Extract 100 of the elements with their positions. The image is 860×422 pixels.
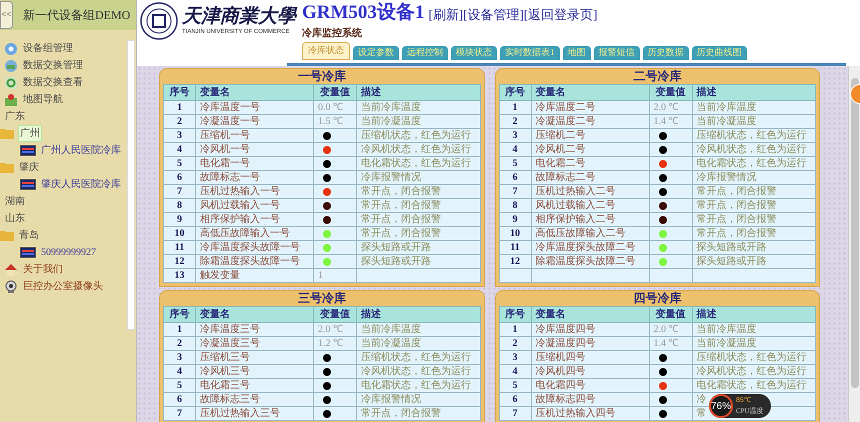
description-text: 当前冷凝温度 xyxy=(696,338,756,349)
description-text: 当前冷库温度 xyxy=(361,102,421,113)
description-text: 当前冷库温度 xyxy=(696,324,756,335)
scrollbar[interactable] xyxy=(127,40,135,330)
column-header: 序号 xyxy=(164,306,196,322)
column-header: 变量名 xyxy=(196,306,314,322)
tree-item[interactable]: 地图导航 xyxy=(22,92,64,107)
tree-item[interactable]: 数据交换查看 xyxy=(22,75,84,90)
description-text: 常开点，闭合报警 xyxy=(696,228,776,239)
house-icon xyxy=(4,262,18,276)
tree-item[interactable]: 青岛 xyxy=(18,228,40,243)
tree-item[interactable]: 广东 xyxy=(4,109,26,124)
value-text: 1.2 ℃ xyxy=(318,338,343,349)
tree-item[interactable]: 广州 xyxy=(18,125,42,142)
value-text: 1.4 ℃ xyxy=(654,338,678,349)
description-text: 冷风机状态，红色为运行 xyxy=(696,144,806,155)
tree-item[interactable]: 山东 xyxy=(4,211,26,226)
column-header: 变量名 xyxy=(531,84,649,100)
logo-text: 天津商業大學 xyxy=(182,6,296,28)
folder-icon xyxy=(0,230,14,241)
webcam-icon xyxy=(4,280,18,294)
value-text: 2.0 ℃ xyxy=(318,324,343,335)
value-text: 2.0 ℃ xyxy=(654,102,678,113)
description-text: 当前冷库温度 xyxy=(696,102,756,113)
tree-item[interactable]: 巨控办公室摄像头 xyxy=(22,279,104,294)
table-cell: 13 xyxy=(164,268,196,282)
description-text: 电化霜状态，红色为运行 xyxy=(361,380,471,391)
tree-item[interactable]: 肇庆 xyxy=(18,160,40,175)
column-header: 序号 xyxy=(164,84,196,100)
column-header: 序号 xyxy=(499,306,531,322)
table-cell: 触发变量 xyxy=(196,268,314,282)
tree-item[interactable]: 数据交换管理 xyxy=(22,58,84,73)
description-text: 冷库报警情况 xyxy=(361,394,421,405)
description-text: 冷风机状态，红色为运行 xyxy=(361,144,471,155)
header-link[interactable]: [设备管理] xyxy=(463,4,524,24)
table-cell: 7 xyxy=(499,406,531,420)
value-text: 1 xyxy=(318,270,323,281)
folder-icon xyxy=(0,128,14,139)
tree-item[interactable]: 湖南 xyxy=(4,194,26,209)
description-text: 常开点，闭合报警 xyxy=(361,214,441,225)
description-text: 压缩机状态，红色为运行 xyxy=(361,352,471,363)
description-text: 常开点，闭合报警 xyxy=(361,200,441,211)
description-text: 常开点，闭合报警 xyxy=(361,408,441,419)
description-text: 常 xyxy=(696,408,706,419)
description-text: 探头短路或开路 xyxy=(361,256,431,267)
cpu-usage: 76% xyxy=(709,394,733,418)
column-header: 描述 xyxy=(356,84,480,100)
column-header: 描述 xyxy=(356,306,480,322)
description-text: 冷风机状态，红色为运行 xyxy=(696,366,806,377)
table-cell: 压机过热输入四号 xyxy=(531,406,649,420)
tree-item[interactable]: 设备组管理 xyxy=(22,41,74,56)
panel-title: 三号冷库 xyxy=(296,291,347,306)
description-text: 冷风机状态，红色为运行 xyxy=(361,366,471,377)
value-text: 1.4 ℃ xyxy=(654,116,678,127)
description-text: 压缩机状态，红色为运行 xyxy=(696,130,806,141)
scrollbar[interactable] xyxy=(848,66,860,422)
map-icon xyxy=(4,92,18,106)
gear-icon xyxy=(4,42,18,56)
description-text: 常开点，闭合报警 xyxy=(696,214,776,225)
header-link[interactable]: [刷新] xyxy=(428,4,464,24)
description-text: 常开点，闭合报警 xyxy=(696,200,776,211)
sidebar-title: 新一代设备组DEMO xyxy=(23,7,130,24)
description-text: 冷库报警情况 xyxy=(361,172,421,183)
folder-icon xyxy=(0,162,14,173)
tree-item[interactable]: 关于我们 xyxy=(22,262,64,277)
panel-title: 四号冷库 xyxy=(632,291,682,306)
description-text: 当前冷库温度 xyxy=(361,324,421,335)
description-text: 冷库报警情况 xyxy=(696,172,756,183)
refresh-icon xyxy=(4,76,18,90)
value-text: 1.5 ℃ xyxy=(318,116,343,127)
description-text: 电化霜状态，红色为运行 xyxy=(696,158,806,169)
tree-item[interactable]: 广州人民医院冷库 xyxy=(40,143,122,158)
monitor-icon xyxy=(20,145,36,156)
description-text: 冷 xyxy=(696,394,706,405)
header-link[interactable]: [返回登录页] xyxy=(524,4,598,24)
description-text: 当前冷凝温度 xyxy=(361,338,421,349)
column-header: 序号 xyxy=(499,84,531,100)
collapse-button[interactable]: << xyxy=(0,1,13,29)
column-header: 描述 xyxy=(692,306,816,322)
column-header: 变量名 xyxy=(196,84,314,100)
column-header: 描述 xyxy=(692,84,816,100)
table-cell: 7 xyxy=(164,406,196,420)
description-text: 常开点，闭合报警 xyxy=(696,186,776,197)
table-cell: 压机过热输入三号 xyxy=(196,406,314,420)
description-text: 压缩机状态，红色为运行 xyxy=(361,130,471,141)
panel-title: 一号冷库 xyxy=(296,69,347,84)
description-text: 探头短路或开路 xyxy=(696,256,766,267)
description-text: 常开点，闭合报警 xyxy=(361,228,441,239)
monitor-icon xyxy=(20,179,36,190)
value-text: 0.0 ℃ xyxy=(318,102,343,113)
column-header: 变量名 xyxy=(531,306,649,322)
tree-item[interactable]: 肇庆人民医院冷库 xyxy=(40,177,122,192)
system-subtitle: 冷库监控系统 xyxy=(302,26,363,41)
description-text: 探头短路或开路 xyxy=(361,242,431,253)
description-text: 电化霜状态，红色为运行 xyxy=(361,158,471,169)
value-text: 2.0 ℃ xyxy=(654,324,678,335)
tree-item[interactable]: 50999999927 xyxy=(40,245,97,260)
description-text: 当前冷凝温度 xyxy=(696,116,756,127)
monitor-icon xyxy=(20,247,36,258)
panel-title: 二号冷库 xyxy=(632,69,682,84)
